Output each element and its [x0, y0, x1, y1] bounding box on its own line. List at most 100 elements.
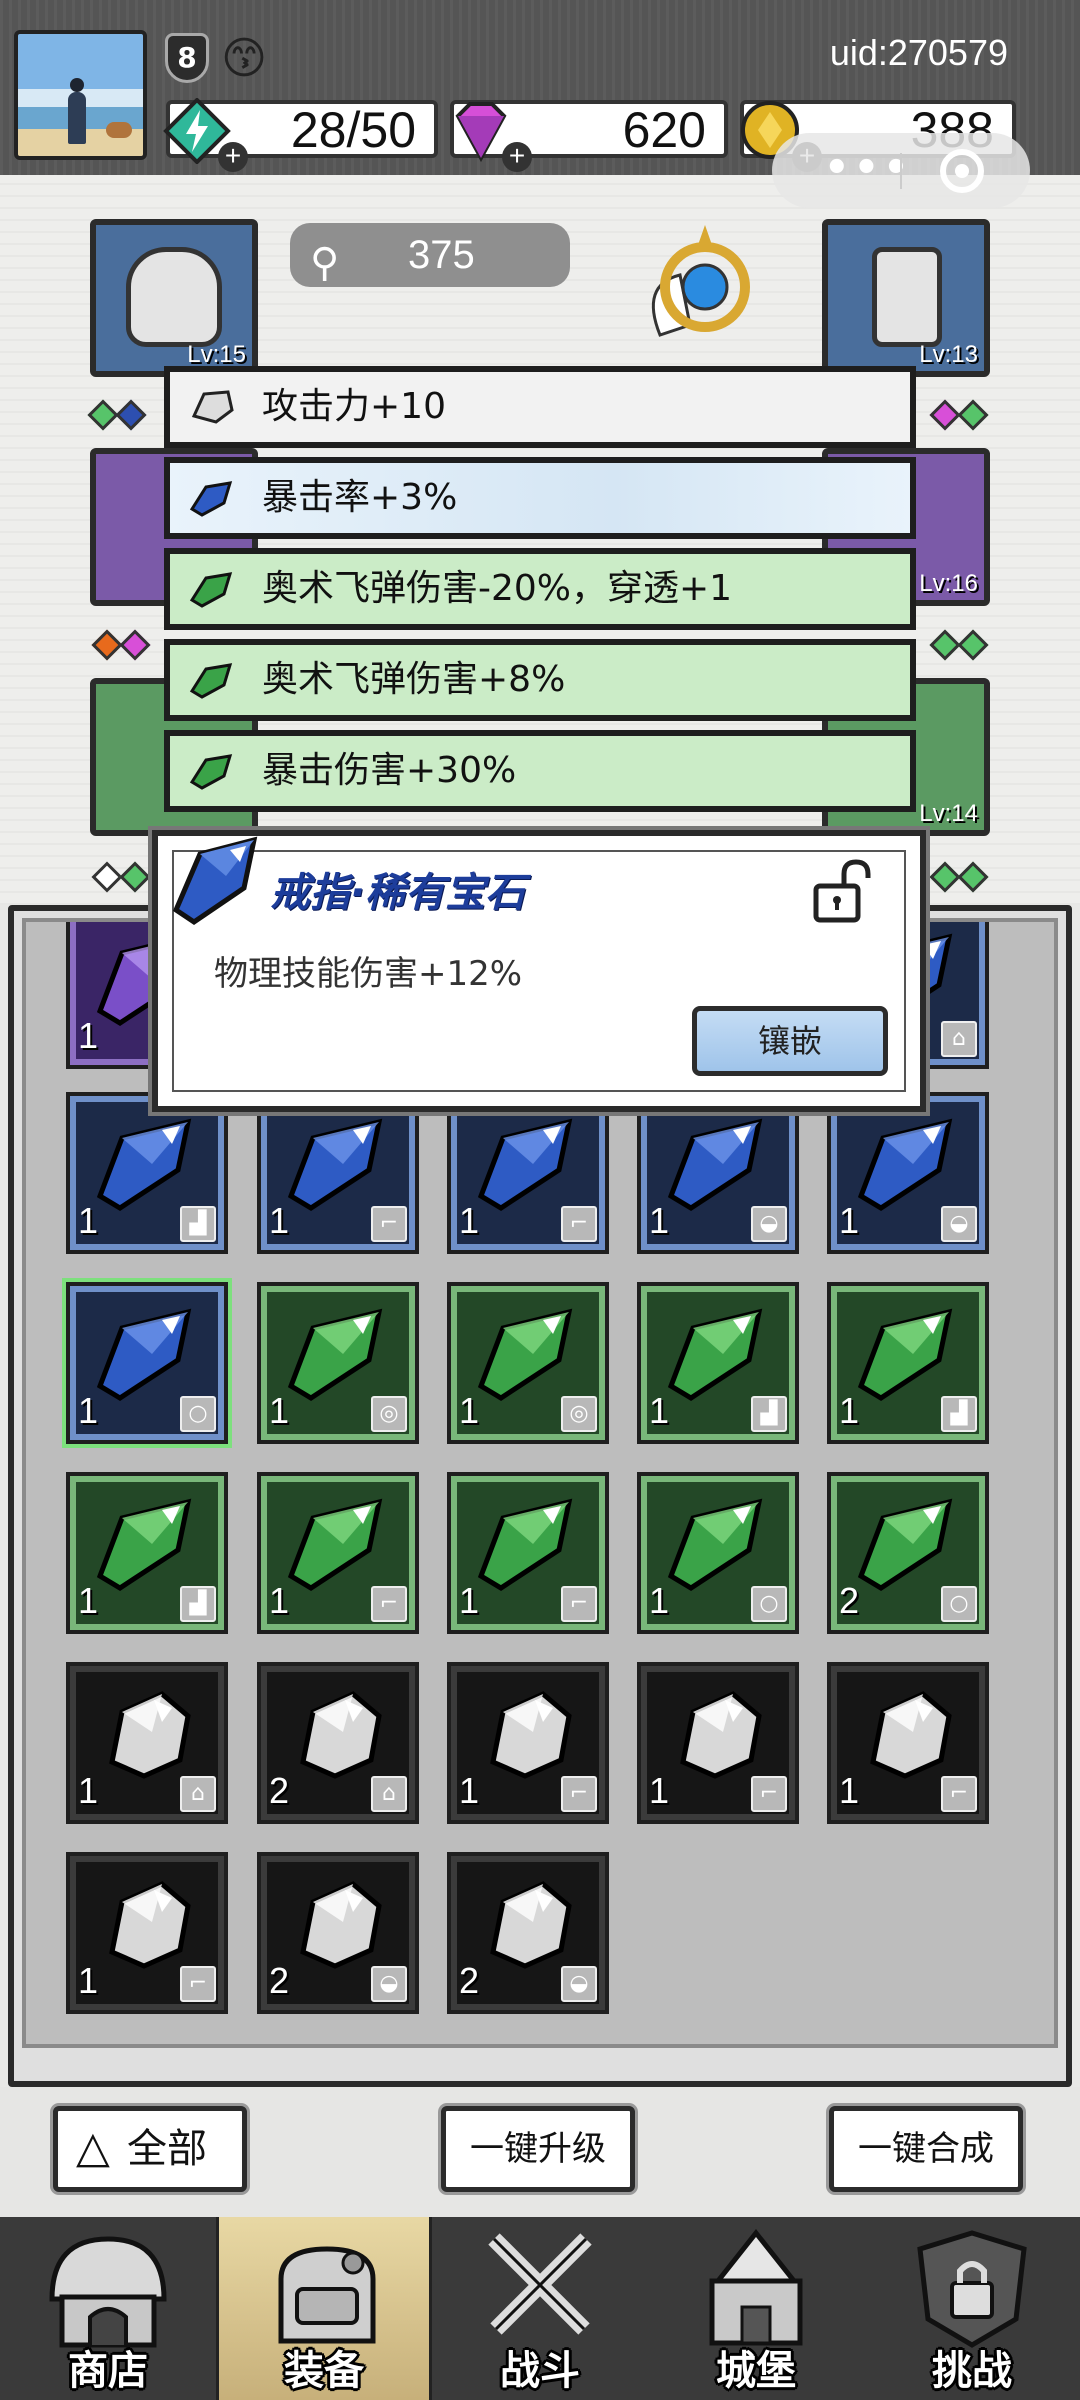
grey-gem-icon	[490, 1881, 572, 1969]
socket-indicators	[929, 629, 989, 661]
socket-indicators	[929, 399, 989, 431]
gem-slot[interactable]: 1 ▟	[66, 1092, 228, 1254]
gem-count: 1	[269, 1580, 290, 1621]
player-avatar[interactable]	[14, 30, 147, 160]
nav-challenge-label: 挑战	[932, 2348, 1012, 2394]
gem-slot[interactable]: 1 ◎	[447, 1282, 609, 1444]
nav-battle[interactable]: 战斗	[432, 2217, 648, 2400]
rare-blue-gem-icon	[172, 836, 258, 926]
add-gems-button[interactable]: +	[502, 142, 532, 172]
green-gem-icon	[477, 1498, 573, 1591]
merge-all-button[interactable]: 一键合成	[829, 2106, 1023, 2192]
blue-gem-icon	[189, 481, 233, 517]
weapon-slot-icon: ⌐	[561, 1776, 597, 1812]
socket-indicators	[87, 399, 147, 431]
nav-equipment-label: 装备	[284, 2348, 364, 2394]
slot-level: Lv:16	[919, 570, 978, 597]
nav-equipment[interactable]: 装备	[216, 2217, 432, 2400]
gem-slot[interactable]: 1 ▟	[637, 1282, 799, 1444]
gem-slot[interactable]: 1 ⌐	[257, 1472, 419, 1634]
attribute-row: 暴击率+3%	[164, 457, 916, 539]
boots-slot-icon: ▟	[180, 1206, 216, 1242]
nav-castle-label: 城堡	[716, 2348, 796, 2394]
grey-gem-icon	[870, 1691, 952, 1779]
gem-slot[interactable]: 2 ◒	[447, 1852, 609, 2014]
equip-slot-weapon[interactable]: Lv:13	[822, 219, 990, 377]
blue-gem-icon	[477, 1118, 573, 1211]
key-count-value: 375	[408, 233, 475, 277]
upgrade-all-button[interactable]: 一键升级	[441, 2106, 635, 2192]
close-miniprogram-icon[interactable]	[940, 149, 984, 193]
boots-slot-icon: ▟	[751, 1396, 787, 1432]
gem-slot[interactable]: 1 ⌂	[66, 1662, 228, 1824]
gem-description: 物理技能伤害+12%	[214, 954, 523, 994]
gem-count: 1	[459, 1200, 480, 1241]
gem-count: 1	[649, 1770, 670, 1811]
helmet-slot-icon: ◒	[751, 1206, 787, 1242]
gem-slot[interactable]: 1 ◎	[257, 1282, 419, 1444]
gem-slot[interactable]: 1 ⌐	[447, 1662, 609, 1824]
gem-slot[interactable]: 1 ⌐	[637, 1662, 799, 1824]
nav-battle-label: 战斗	[500, 2348, 580, 2394]
filter-all-button[interactable]: △ 全部	[53, 2106, 247, 2192]
weapon-slot-icon: ⌐	[371, 1206, 407, 1242]
gem-slot[interactable]: 1 ◒	[637, 1092, 799, 1254]
grey-gem-icon	[109, 1691, 191, 1779]
necklace-slot-icon: ◎	[561, 1396, 597, 1432]
gem-slot[interactable]: 1 ▟	[827, 1282, 989, 1444]
gem-detail-popup: 戒指·稀有宝石 物理技能伤害+12% 镶嵌	[152, 830, 926, 1112]
gem-slot[interactable]: 1 ○	[637, 1472, 799, 1634]
blue-gem-icon	[96, 1308, 192, 1401]
armor-slot-icon: ⌂	[941, 1021, 977, 1057]
gem-slot[interactable]: 2 ○	[827, 1472, 989, 1634]
key-counter: ⚲ 375	[290, 223, 570, 287]
attribute-row: 奥术飞弹伤害+8%	[164, 639, 916, 721]
gem-slot[interactable]: 1 ⌐	[827, 1662, 989, 1824]
nav-challenge[interactable]: 挑战	[864, 2217, 1080, 2400]
green-gem-icon	[857, 1308, 953, 1401]
green-gem-icon	[477, 1308, 573, 1401]
blue-gem-icon	[96, 1118, 192, 1211]
gem-count: 1	[269, 1200, 290, 1241]
triangle-filter-icon: △	[76, 2122, 110, 2173]
key-icon: ⚲	[310, 241, 340, 285]
gem-count: 1	[78, 1390, 99, 1431]
shop-icon	[49, 2236, 167, 2348]
gem-count: 1	[839, 1200, 860, 1241]
slot-level: Lv:15	[187, 341, 246, 368]
white-gem-icon	[191, 390, 234, 424]
inlay-button[interactable]: 镶嵌	[692, 1006, 888, 1076]
weapon-slot-icon: ⌐	[371, 1586, 407, 1622]
attribute-text: 暴击率+3%	[262, 477, 458, 518]
gem-count: 1	[78, 1960, 99, 2001]
gem-slot[interactable]: 1 ⌐	[447, 1092, 609, 1254]
gem-count: 1	[459, 1390, 480, 1431]
gem-slot[interactable]: 1 ▟	[66, 1472, 228, 1634]
gem-count: 2	[459, 1960, 480, 2001]
nav-shop[interactable]: 商店	[0, 2217, 216, 2400]
add-energy-button[interactable]: +	[218, 142, 248, 172]
gem-count: 1	[649, 1580, 670, 1621]
gem-count: 1	[78, 1770, 99, 1811]
weapon-slot-icon: ⌐	[180, 1966, 216, 2002]
gem-slot[interactable]: 1 ⌐	[447, 1472, 609, 1634]
attribute-row: 攻击力+10	[164, 366, 916, 448]
gem-slot[interactable]: 1 ◒	[827, 1092, 989, 1254]
gem-slot[interactable]: 1 ○	[66, 1282, 228, 1444]
gem-slot[interactable]: 2 ⌂	[257, 1662, 419, 1824]
gem-count: 1	[649, 1390, 670, 1431]
socket-indicators	[91, 629, 151, 661]
gem-slot[interactable]: 1 ⌐	[257, 1092, 419, 1254]
energy-value: 28/50	[290, 102, 416, 158]
necklace-slot-icon: ◎	[371, 1396, 407, 1432]
green-gem-icon	[96, 1498, 192, 1591]
gem-slot[interactable]: 1 ⌐	[66, 1852, 228, 2014]
attribute-text: 奥术飞弹伤害-20%，穿透+1	[262, 568, 733, 609]
gem-count: 1	[649, 1200, 670, 1241]
equip-slot-helmet[interactable]: Lv:15	[90, 219, 258, 377]
nav-castle[interactable]: 城堡	[648, 2217, 864, 2400]
gem-slot[interactable]: 2 ◒	[257, 1852, 419, 2014]
unlock-icon[interactable]	[812, 858, 872, 924]
green-gem-icon	[189, 572, 233, 608]
attribute-text: 奥术飞弹伤害+8%	[262, 659, 566, 700]
